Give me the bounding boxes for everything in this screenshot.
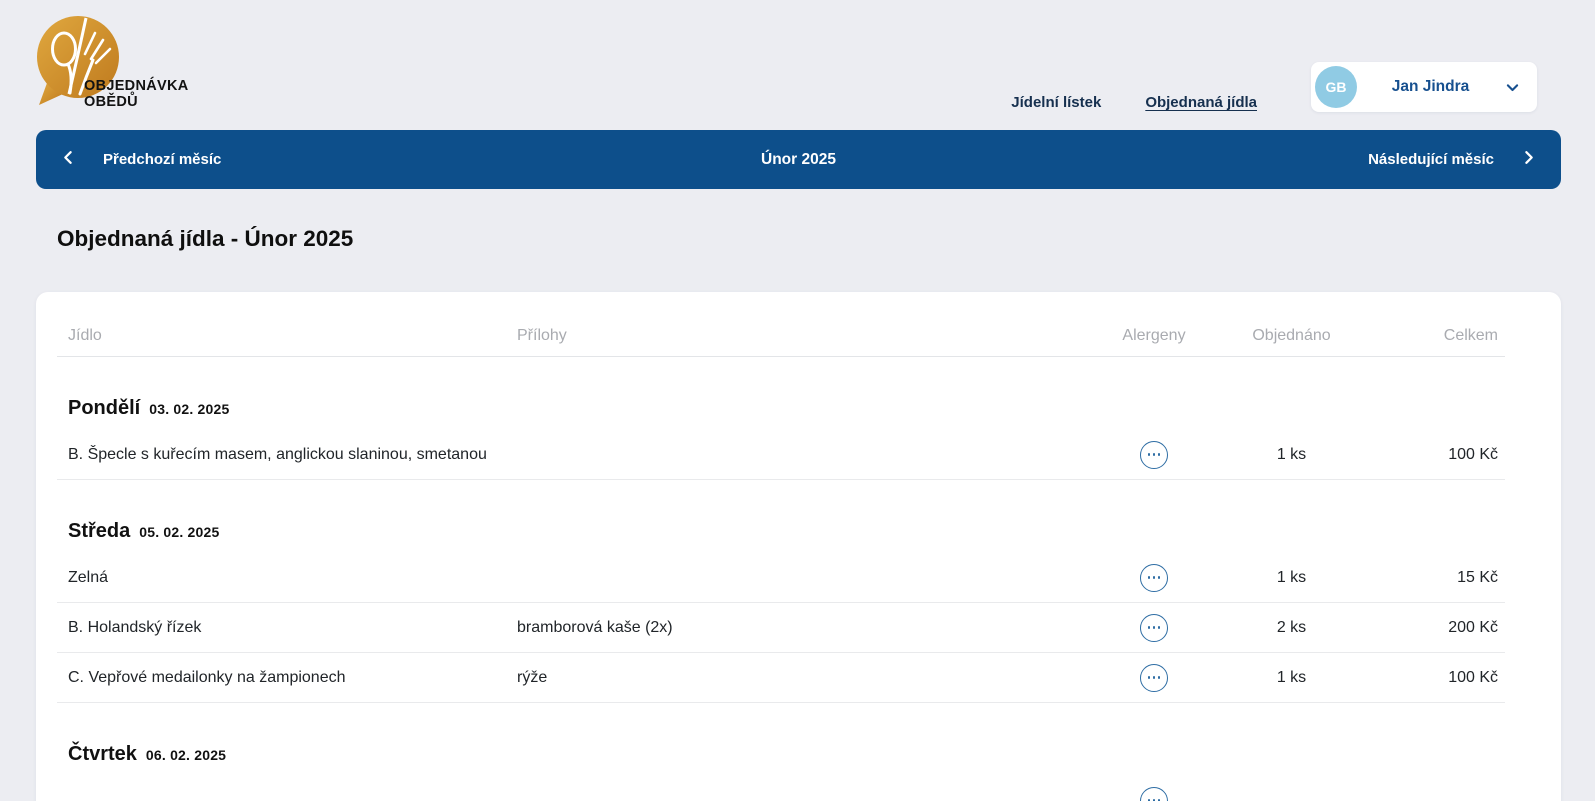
column-header-total: Celkem [1354,327,1505,345]
day-heading: Čtvrtek 06. 02. 2025 [57,743,1505,766]
day-section: Pondělí 03. 02. 2025 B. Špecle s kuřecím… [57,397,1505,480]
ellipsis-icon [1148,676,1161,679]
meal-total: 15 Kč [1354,569,1505,587]
day-section: Čtvrtek 06. 02. 2025 [57,743,1505,801]
day-date: 05. 02. 2025 [139,524,219,540]
allergens-button[interactable] [1140,441,1168,469]
meal-ordered: 2 ks [1229,619,1354,637]
meal-ordered: 1 ks [1229,569,1354,587]
meal-sides: bramborová kaše (2x) [506,619,1079,637]
main-nav: Jídelní lístek Objednaná jídla [1011,94,1257,111]
chevron-right-icon [1520,149,1537,170]
table-row [57,776,1505,801]
next-month-label: Následující měsíc [1368,151,1494,168]
day-date: 03. 02. 2025 [149,401,229,417]
day-date: 06. 02. 2025 [146,747,226,763]
meal-name: B. Holandský řízek [57,619,506,637]
day-name: Pondělí [68,397,140,420]
meal-name: B. Špecle s kuřecím masem, anglickou sla… [57,446,506,464]
meal-total: 100 Kč [1354,446,1505,464]
column-header-meal: Jídlo [57,327,506,345]
current-month-label: Únor 2025 [36,151,1561,169]
table-row: B. Holandský řízek bramborová kaše (2x) … [57,603,1505,653]
day-heading: Středa 05. 02. 2025 [57,520,1505,543]
ellipsis-icon [1148,626,1161,629]
month-navigation-bar: Předchozí měsíc Únor 2025 Následující mě… [36,130,1561,189]
user-menu[interactable]: GB Jan Jindra [1311,62,1537,112]
page-title: Objednaná jídla - Únor 2025 [57,226,1595,252]
chevron-left-icon [60,149,77,170]
nav-ordered-meals-link[interactable]: Objednaná jídla [1145,94,1257,111]
day-section: Středa 05. 02. 2025 Zelná 1 ks 15 Kč B. … [57,520,1505,703]
app-header: OBJEDNÁVKA OBĚDŮ Jídelní lístek Objednan… [0,0,1595,130]
meal-ordered: 1 ks [1229,446,1354,464]
ellipsis-icon [1148,576,1161,579]
table-row: Zelná 1 ks 15 Kč [57,553,1505,603]
allergens-button[interactable] [1140,787,1168,801]
meal-total: 200 Kč [1354,619,1505,637]
allergens-button[interactable] [1140,664,1168,692]
day-sections: Pondělí 03. 02. 2025 B. Špecle s kuřecím… [57,397,1505,801]
next-month-button[interactable]: Následující měsíc [1368,149,1537,170]
ellipsis-icon [1148,453,1161,456]
day-rows [57,776,1505,801]
meal-total: 100 Kč [1354,669,1505,687]
column-header-allergens: Alergeny [1079,327,1229,345]
user-name: Jan Jindra [1357,78,1504,96]
meal-name: Zelná [57,569,506,587]
app-logo[interactable]: OBJEDNÁVKA OBĚDŮ [33,13,253,121]
day-name: Čtvrtek [68,743,137,766]
table-row: B. Špecle s kuřecím masem, anglickou sla… [57,430,1505,480]
meal-sides: rýže [506,669,1079,687]
previous-month-label: Předchozí měsíc [103,151,221,168]
avatar: GB [1315,66,1357,108]
app-title: OBJEDNÁVKA OBĚDŮ [84,78,189,110]
allergens-button[interactable] [1140,614,1168,642]
orders-card: Jídlo Přílohy Alergeny Objednáno Celkem … [36,292,1561,801]
meal-ordered: 1 ks [1229,669,1354,687]
column-header-sides: Přílohy [506,327,1079,345]
previous-month-button[interactable]: Předchozí měsíc [60,149,221,170]
day-rows: B. Špecle s kuřecím masem, anglickou sla… [57,430,1505,480]
table-header-row: Jídlo Přílohy Alergeny Objednáno Celkem [57,306,1505,357]
column-header-ordered: Objednáno [1229,327,1354,345]
chevron-down-icon [1504,79,1521,96]
nav-menu-link[interactable]: Jídelní lístek [1011,94,1101,111]
day-heading: Pondělí 03. 02. 2025 [57,397,1505,420]
meal-name: C. Vepřové medailonky na žampionech [57,669,506,687]
day-name: Středa [68,520,130,543]
table-row: C. Vepřové medailonky na žampionech rýže… [57,653,1505,703]
allergens-button[interactable] [1140,564,1168,592]
day-rows: Zelná 1 ks 15 Kč B. Holandský řízek bram… [57,553,1505,703]
